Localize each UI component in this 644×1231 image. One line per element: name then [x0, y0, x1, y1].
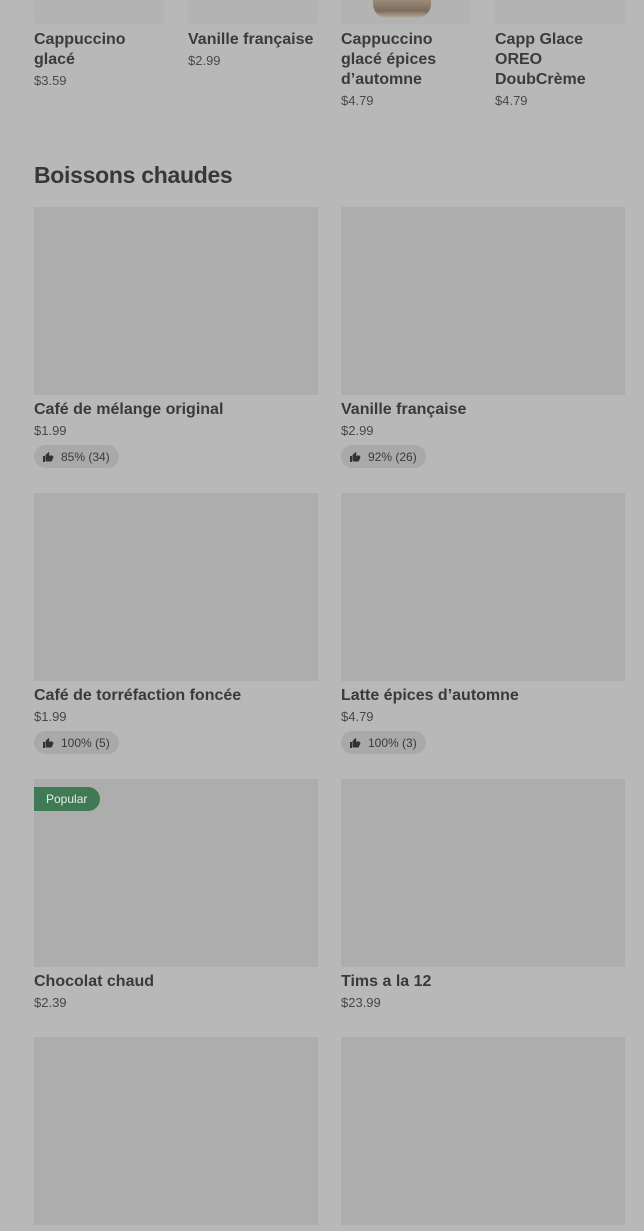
product-price: $2.39: [34, 995, 67, 1010]
thumbs-up-icon: [43, 451, 54, 462]
product-image: [34, 493, 318, 681]
product-card[interactable]: Latte épices d’automne $4.79 100% (3): [341, 493, 625, 754]
product-card[interactable]: Tims a la 12 $23.99: [341, 779, 625, 1011]
product-price: $4.79: [341, 93, 374, 108]
product-name: Cappuccino glacé: [34, 31, 126, 68]
product-price: $1.99: [34, 423, 67, 438]
product-card[interactable]: Popular Chocolat chaud $2.39: [34, 779, 318, 1011]
product-card[interactable]: [34, 1037, 318, 1225]
product-price: $2.99: [341, 423, 374, 438]
product-name: Latte épices d’automne: [341, 687, 519, 704]
rating-badge: 100% (3): [341, 731, 426, 754]
product-image: [341, 207, 625, 395]
product-name: Café de mélange original: [34, 401, 224, 418]
rating-text: 100% (5): [61, 735, 110, 750]
featured-carousel: Cappuccino glacé $3.59 Vanille française…: [0, 0, 644, 130]
product-image: [188, 0, 318, 24]
carousel-item[interactable]: Vanille française $2.99: [188, 0, 318, 69]
section-title: Boissons chaudes: [34, 162, 233, 188]
rating-badge: 92% (26): [341, 445, 426, 468]
product-card[interactable]: Café de mélange original $1.99 85% (34): [34, 207, 318, 468]
rating-text: 100% (3): [368, 735, 417, 750]
product-price: $4.79: [341, 709, 374, 724]
product-image: Popular: [34, 779, 318, 967]
rating-text: 85% (34): [61, 449, 110, 464]
menu-page: Cappuccino glacé $3.59 Vanille française…: [0, 0, 644, 1231]
product-price: $1.99: [34, 709, 67, 724]
product-price: $23.99: [341, 995, 381, 1010]
product-price: $2.99: [188, 53, 221, 68]
product-name: Capp Glace OREO DoubCrème: [495, 31, 586, 88]
carousel-item[interactable]: Cappuccino glacé épices d’automne $4.79: [341, 0, 471, 109]
product-image: [341, 0, 471, 24]
product-name: Café de torréfaction foncée: [34, 687, 242, 704]
thumbs-up-icon: [350, 737, 361, 748]
product-price: $4.79: [495, 93, 528, 108]
product-image: [34, 207, 318, 395]
product-price: $3.59: [34, 73, 67, 88]
product-card[interactable]: Vanille française $2.99 92% (26): [341, 207, 625, 468]
rating-text: 92% (26): [368, 449, 417, 464]
product-name: Cappuccino glacé épices d’automne: [341, 31, 437, 88]
thumbs-up-icon: [350, 451, 361, 462]
product-card[interactable]: [341, 1037, 625, 1225]
carousel-item[interactable]: Cappuccino glacé $3.59: [34, 0, 164, 89]
thumbs-up-icon: [43, 737, 54, 748]
product-name: Vanille française: [188, 31, 314, 48]
popular-badge: Popular: [34, 787, 101, 811]
carousel-item[interactable]: Capp Glace OREO DoubCrème $4.79: [495, 0, 625, 109]
product-image: [341, 779, 625, 967]
product-name: Vanille française: [341, 401, 467, 418]
product-name: Tims a la 12: [341, 973, 432, 990]
product-image: [34, 1037, 318, 1225]
product-card[interactable]: Café de torréfaction foncée $1.99 100% (…: [34, 493, 318, 754]
rating-badge: 100% (5): [34, 731, 119, 754]
product-name: Chocolat chaud: [34, 973, 155, 990]
rating-badge: 85% (34): [34, 445, 119, 468]
product-image: [341, 493, 625, 681]
product-image: [495, 0, 625, 24]
product-image: [341, 1037, 625, 1225]
product-image: [34, 0, 164, 24]
